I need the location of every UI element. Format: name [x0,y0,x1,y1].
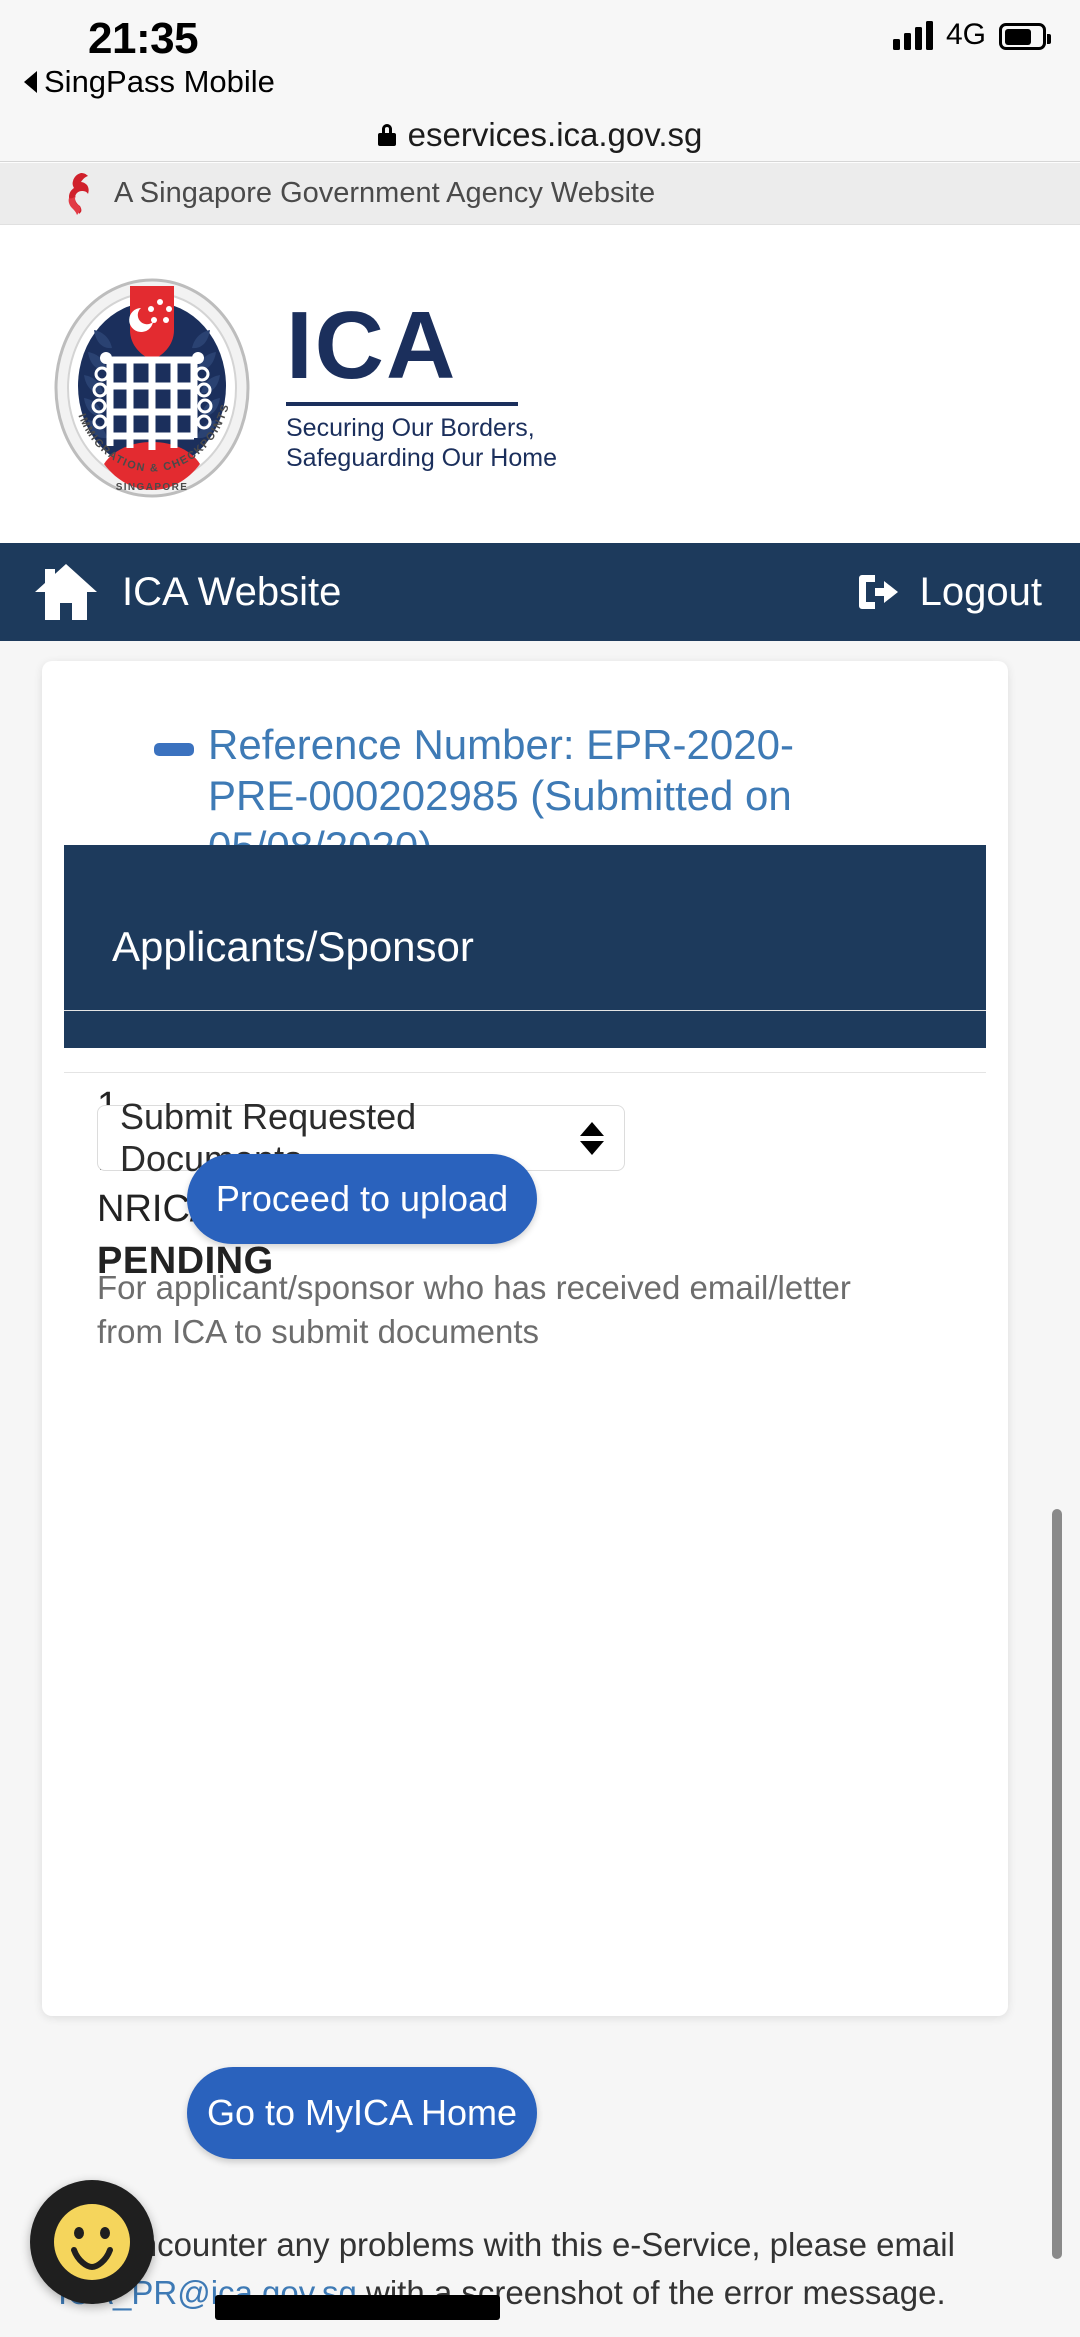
site-nav-bar: ICA Website Logout [0,543,1080,641]
support-text: you encounter any problems with this e-S… [58,2221,1008,2317]
page-body: Reference Number: EPR-2020-PRE-000202985… [0,641,1080,2337]
network-type-label: 4G [945,18,986,51]
signal-bars-icon [892,20,933,50]
feedback-button[interactable] [30,2180,154,2304]
logout-button[interactable]: Logout [856,570,1042,615]
divider-top [64,1010,986,1011]
home-icon [35,564,97,620]
nav-home-label: ICA Website [122,569,342,614]
minus-icon[interactable] [154,743,194,756]
merlion-icon [68,172,89,215]
up-down-stepper-icon [580,1121,604,1155]
status-bar-indicators: 4G [892,18,1051,51]
ica-brand-header: IMMIGRATION & CHECKPOINTS AUTHORITY SING… [0,225,1080,543]
nav-home-link[interactable]: ICA Website [32,561,341,623]
applicants-section-header: Applicants/Sponsor [64,845,986,1048]
status-bar: 21:35 SingPass Mobile 4G [0,0,1080,108]
tagline-line-1: Securing Our Borders, [286,413,535,442]
logout-label: Logout [919,569,1042,614]
back-to-app-label: SingPass Mobile [44,64,275,99]
battery-icon [999,23,1051,50]
logout-icon [858,575,898,609]
ica-acronym: ICA [286,292,458,400]
upload-helper-text: For applicant/sponsor who has received e… [97,1269,851,1351]
government-banner[interactable]: A Singapore Government Agency Website [0,163,1080,225]
government-banner-label: A Singapore Government Agency Website [114,177,656,209]
wordmark-divider [286,401,518,406]
lock-icon [377,123,396,146]
ica-crest-icon: IMMIGRATION & CHECKPOINTS AUTHORITY SING… [48,268,250,498]
support-text-before: you encounter any problems with this e-S… [58,2226,955,2263]
phone-screen: 21:35 SingPass Mobile 4G eservices.ica.g… [0,0,1080,2337]
back-to-app-link[interactable]: SingPass Mobile [24,64,275,100]
proceed-to-upload-button[interactable]: Proceed to upload [187,1154,537,1244]
status-bar-time: 21:35 [88,14,199,63]
smiley-face-icon [54,2204,130,2280]
divider-bottom [64,1072,986,1073]
redaction-bar [215,2295,500,2320]
tagline-line-2: Safeguarding Our Home [286,444,557,473]
ica-wordmark: ICA Securing Our Borders, Safeguarding O… [286,294,557,473]
back-triangle-icon [24,71,37,93]
browser-url-bar[interactable]: eservices.ica.gov.sg [0,108,1080,162]
application-card: Reference Number: EPR-2020-PRE-000202985… [42,661,1008,2016]
page-scrollbar[interactable] [1052,1509,1062,2259]
svg-text:SINGAPORE: SINGAPORE [116,482,189,493]
applicants-section-title: Applicants/Sponsor [112,922,474,970]
url-text: eservices.ica.gov.sg [407,115,703,153]
go-to-myica-home-button[interactable]: Go to MyICA Home [187,2067,537,2159]
